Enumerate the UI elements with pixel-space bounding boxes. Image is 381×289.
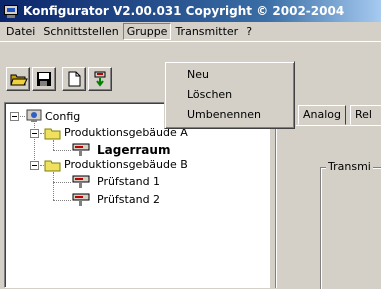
- transmitter-icon: [94, 71, 106, 87]
- new-document-icon: [68, 71, 81, 87]
- tree-node-lagerraum[interactable]: Lagerraum: [97, 142, 170, 158]
- config-tree[interactable]: Config Produktionsgebäude A Lagerraum Pr…: [4, 102, 270, 288]
- collapse-toggle-group-b[interactable]: [30, 161, 39, 170]
- tab-analog[interactable]: Analog: [298, 105, 347, 125]
- folder-icon: [44, 128, 61, 140]
- menu-gruppe[interactable]: Gruppe: [122, 23, 172, 40]
- menu-transmitter[interactable]: Transmitter: [171, 23, 242, 40]
- menu-schnittstellen[interactable]: Schnittstellen: [39, 23, 122, 40]
- tree-node-label: Prüfstand 2: [97, 193, 161, 206]
- menu-item-umbenennen[interactable]: Umbenennen: [167, 105, 292, 125]
- transmitter-device-icon: [72, 143, 90, 156]
- monitor-app-icon: [3, 3, 19, 19]
- tree-node-label: Produktionsgebäude B: [64, 158, 188, 171]
- open-folder-icon: [10, 74, 28, 86]
- tree-node-label: Config: [45, 110, 81, 123]
- gruppe-dropdown-menu: Neu Löschen Umbenennen: [164, 61, 295, 129]
- tree-line: [53, 182, 71, 183]
- config-root-icon: [26, 109, 42, 122]
- transmitter-device-icon: [72, 193, 90, 206]
- splitter[interactable]: [275, 102, 277, 288]
- tree-line: [53, 200, 71, 201]
- menu-help[interactable]: ?: [242, 23, 256, 40]
- menu-datei[interactable]: Datei: [2, 23, 39, 40]
- collapse-toggle-config[interactable]: [10, 112, 19, 121]
- window-title: Konfigurator V2.00.031 Copyright © 2002-…: [23, 4, 345, 18]
- menu-item-neu[interactable]: Neu: [167, 65, 292, 85]
- folder-icon: [44, 160, 61, 172]
- tree-line: [53, 150, 71, 151]
- transmitter-button[interactable]: [88, 67, 112, 91]
- collapse-toggle-group-a[interactable]: [30, 129, 39, 138]
- tree-line: [20, 116, 25, 117]
- tree-node-pruefstand-2[interactable]: Prüfstand 2: [97, 192, 160, 208]
- menu-bar: Datei Schnittstellen Gruppe Transmitter …: [0, 22, 381, 41]
- tree-node-config[interactable]: Config: [45, 109, 80, 125]
- tab-relay[interactable]: Rel: [350, 105, 381, 125]
- tree-line: [53, 140, 54, 150]
- open-button[interactable]: [6, 67, 30, 91]
- tree-line: [53, 172, 54, 200]
- new-button[interactable]: [62, 67, 86, 91]
- menu-item-loeschen[interactable]: Löschen: [167, 85, 292, 105]
- title-bar: Konfigurator V2.00.031 Copyright © 2002-…: [0, 0, 381, 22]
- tree-node-pruefstand-1[interactable]: Prüfstand 1: [97, 174, 160, 190]
- transmitter-groupbox: [320, 167, 381, 289]
- groupbox-label: Transmi: [326, 160, 373, 173]
- save-disk-icon: [37, 72, 51, 86]
- tree-node-group-b[interactable]: Produktionsgebäude B: [64, 157, 188, 173]
- tree-node-label: Lagerraum: [97, 143, 171, 157]
- transmitter-device-icon: [72, 175, 90, 188]
- save-button[interactable]: [32, 67, 56, 91]
- tree-node-label: Prüfstand 1: [97, 175, 161, 188]
